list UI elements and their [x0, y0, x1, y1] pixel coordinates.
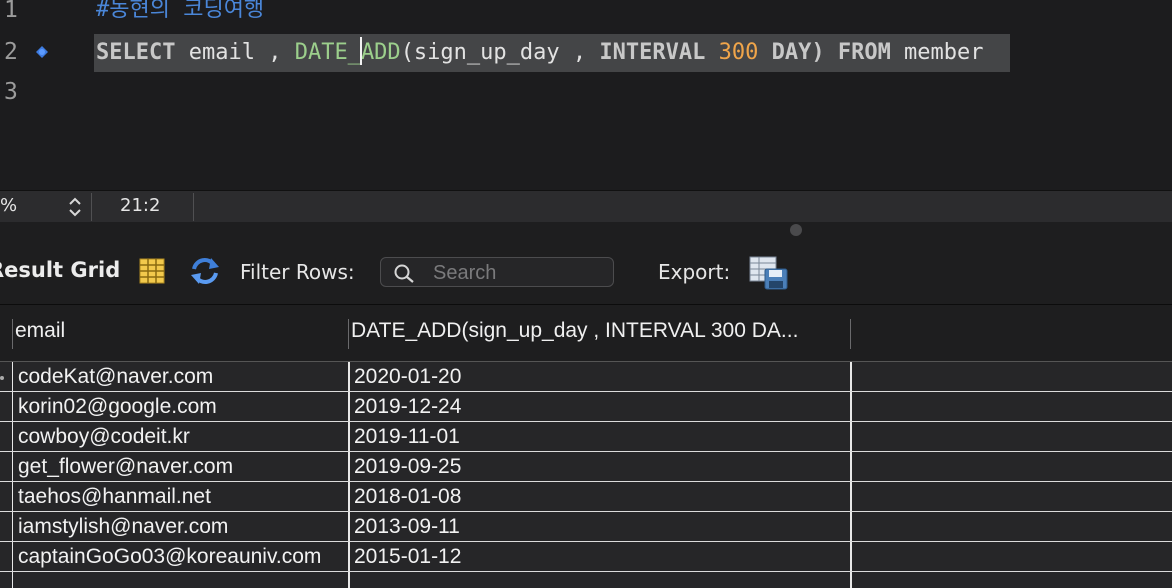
cell-date[interactable]: 2020-01-20	[354, 362, 461, 392]
grid-line	[348, 572, 350, 588]
result-toolbar: Result Grid Filter Rows: Export:	[0, 240, 1172, 305]
export-label: Export:	[658, 260, 731, 284]
grid-line	[348, 482, 350, 511]
grid-line	[12, 542, 13, 571]
cell-date[interactable]: 2019-09-25	[354, 452, 461, 482]
cell-date[interactable]: 2019-11-01	[354, 422, 460, 452]
table-name: member	[890, 40, 984, 65]
grid-line	[348, 392, 350, 421]
filter-rows-label: Filter Rows:	[240, 260, 355, 284]
execution-marker-icon[interactable]	[36, 46, 48, 58]
current-row-indicator	[0, 376, 4, 380]
table-row[interactable]: codeKat@naver.com 2020-01-20	[0, 362, 1172, 392]
editor-line-1[interactable]: 1 #농현의 코딩여행	[0, 0, 1172, 30]
grid-line	[12, 362, 13, 391]
grid-line	[850, 512, 852, 541]
grid-line	[348, 452, 350, 481]
cell-email[interactable]: codeKat@naver.com	[18, 362, 213, 392]
grid-line	[12, 572, 13, 588]
grid-rows: codeKat@naver.com 2020-01-20 korin02@googl…	[0, 362, 1172, 588]
cell-email[interactable]: taehos@hanmail.net	[18, 482, 211, 512]
column-list: email ,	[175, 40, 295, 65]
table-row[interactable]: get_flower@naver.com 2019-09-25	[0, 452, 1172, 482]
grid-line	[850, 362, 852, 391]
number-literal: 300	[718, 40, 759, 65]
grid-line	[850, 572, 852, 588]
keyword-interval: INTERVAL	[599, 40, 706, 65]
result-grid-tab[interactable]: Result Grid	[0, 258, 120, 282]
splitter-handle[interactable]	[790, 224, 802, 236]
line-number: 2	[4, 39, 18, 65]
editor-line-2[interactable]: 2 SELECT email , DATE_ADD(sign_up_day , …	[0, 32, 1172, 72]
grid-line	[12, 482, 13, 511]
grid-line	[850, 542, 852, 571]
grid-line	[850, 482, 852, 511]
column-header-email[interactable]: email	[15, 319, 65, 343]
grid-view-icon[interactable]	[139, 258, 165, 284]
result-grid[interactable]: email DATE_ADD(sign_up_day , INTERVAL 30…	[0, 305, 1172, 588]
cell-date[interactable]: 2019-12-24	[354, 392, 461, 422]
cell-email[interactable]: korin02@google.com	[18, 392, 217, 422]
cell-date[interactable]: 2018-01-08	[354, 482, 461, 512]
panel-splitter[interactable]	[0, 222, 1172, 240]
table-row[interactable]: taehos@hanmail.net 2018-01-08	[0, 482, 1172, 512]
grid-line	[348, 512, 350, 541]
grid-line	[850, 422, 852, 451]
search-icon	[394, 264, 414, 283]
cell-date[interactable]: 2015-01-12	[354, 542, 461, 572]
grid-line	[348, 362, 350, 391]
export-icon[interactable]	[749, 256, 789, 290]
cell-email[interactable]: cowboy@codeit.kr	[18, 422, 190, 452]
zoom-stepper-icon[interactable]	[66, 195, 84, 219]
refresh-icon[interactable]	[189, 256, 221, 286]
sql-editor[interactable]: 1 #농현의 코딩여행 2 SELECT email , DATE_ADD(si…	[0, 0, 1172, 190]
grid-line	[12, 452, 13, 481]
status-divider	[91, 193, 92, 221]
status-divider	[193, 193, 194, 221]
cell-email[interactable]: get_flower@naver.com	[18, 452, 233, 482]
grid-line	[12, 392, 13, 421]
keyword-select: SELECT	[96, 40, 176, 65]
zoom-level: %	[0, 195, 18, 216]
search-input[interactable]	[431, 260, 610, 286]
cell-email[interactable]: iamstylish@naver.com	[18, 512, 228, 542]
grid-line	[12, 422, 13, 451]
editor-line-3[interactable]: 3	[0, 72, 1172, 112]
table-row[interactable]: cowboy@codeit.kr 2019-11-01	[0, 422, 1172, 452]
table-row[interactable]: korin02@google.com 2019-12-24	[0, 392, 1172, 422]
keyword-day: DAY)	[758, 40, 825, 65]
sql-comment: #농현의 코딩여행	[96, 0, 265, 22]
grid-line	[348, 422, 350, 451]
filter-search-box[interactable]	[380, 257, 614, 287]
table-row[interactable]: captainGoGo03@koreauniv.com 2015-01-12	[0, 542, 1172, 572]
column-header-date-add[interactable]: DATE_ADD(sign_up_day , INTERVAL 300 DA..…	[351, 319, 798, 343]
cell-date[interactable]: 2013-09-11	[354, 512, 460, 542]
line-number: 3	[4, 79, 18, 105]
keyword-from: FROM	[837, 40, 891, 65]
grid-line	[12, 512, 13, 541]
table-row[interactable]	[0, 572, 1172, 588]
function-args: (sign_up_day ,	[400, 40, 600, 65]
grid-line	[850, 392, 852, 421]
grid-header: email DATE_ADD(sign_up_day , INTERVAL 30…	[0, 305, 1172, 362]
table-row[interactable]: iamstylish@naver.com 2013-09-11	[0, 512, 1172, 542]
column-divider[interactable]	[348, 319, 349, 349]
cell-email[interactable]: captainGoGo03@koreauniv.com	[18, 542, 321, 572]
sql-statement: SELECT email , DATE_ADD(sign_up_day , IN…	[94, 34, 1010, 72]
function-name-part2: ADD	[360, 40, 401, 65]
text-cursor	[359, 37, 362, 65]
column-divider[interactable]	[850, 319, 851, 349]
cursor-position: 21:2	[120, 195, 161, 216]
line-number: 1	[4, 0, 18, 23]
function-name-part: DATE_	[294, 40, 361, 65]
column-divider[interactable]	[12, 319, 13, 349]
grid-line	[348, 542, 350, 571]
grid-line	[850, 452, 852, 481]
editor-status-bar: % 21:2	[0, 190, 1172, 223]
